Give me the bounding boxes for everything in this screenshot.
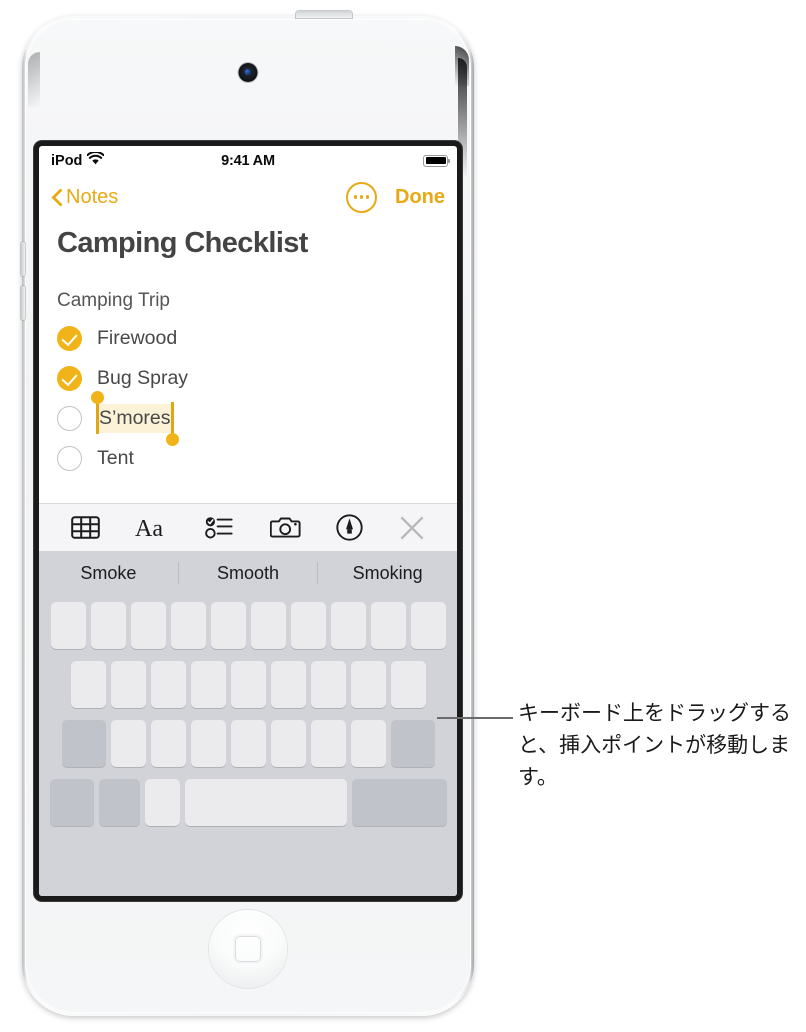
note-body: Camping Checklist Camping Trip Firewood … [39,227,457,472]
keyboard-row-2 [41,661,455,708]
checklist-item[interactable]: Bug Spray [57,364,439,392]
table-icon[interactable] [71,515,100,540]
power-button[interactable] [296,11,352,18]
text-selection[interactable]: S’mores [91,390,179,446]
status-bar-time: 9:41 AM [221,152,275,169]
screen: iPod 9:41 AM Notes Done Camping Checklis… [39,146,457,896]
checklist-item-partial[interactable]: Tent [57,444,439,472]
status-bar: iPod 9:41 AM [39,146,457,175]
checklist-icon[interactable] [205,515,234,540]
camera-icon[interactable] [269,515,301,540]
keyboard-row-1 [41,602,455,649]
status-bar-right [423,154,450,167]
suggestion-2[interactable]: Smooth [179,563,318,584]
svg-text:Aa: Aa [135,516,163,541]
numbers-key[interactable] [49,779,94,826]
checklist-item[interactable]: Firewood [57,324,439,352]
battery-full-icon [423,154,450,167]
close-icon[interactable] [399,515,425,541]
more-ellipsis-circle-icon[interactable] [346,181,377,213]
callout-leader-line [437,717,513,719]
front-camera-icon [238,63,258,82]
volume-up-button[interactable] [21,242,25,276]
key[interactable] [50,602,86,649]
space-key[interactable] [184,779,347,826]
navigation-bar: Notes Done [39,175,457,219]
key[interactable] [330,602,366,649]
key[interactable] [190,720,226,767]
key[interactable] [150,720,186,767]
checklist-item-label: S’mores [97,403,172,433]
shift-key[interactable] [61,720,106,767]
page-title: Camping Checklist [57,227,308,259]
key[interactable] [150,661,186,708]
screen-bezel: iPod 9:41 AM Notes Done Camping Checklis… [34,141,462,901]
suggestion-3[interactable]: Smoking [318,563,457,584]
chevron-left-icon [51,188,62,207]
back-to-notes-button[interactable]: Notes [51,186,118,209]
callout-text: キーボード上をドラッグすると、挿入ポイントが移動します。 [518,701,791,789]
key[interactable] [410,602,446,649]
key[interactable] [250,602,286,649]
dictation-key[interactable] [144,779,180,826]
key[interactable] [310,661,346,708]
markup-pen-icon[interactable] [336,514,364,541]
key[interactable] [170,602,206,649]
keyboard-row-4 [41,779,455,826]
selection-bar-end [170,401,174,434]
key[interactable] [210,602,246,649]
checkbox-checked-icon[interactable] [57,325,82,351]
checkbox-unchecked-icon[interactable] [57,405,82,431]
key[interactable] [110,720,146,767]
key[interactable] [230,720,266,767]
key[interactable] [130,602,166,649]
key[interactable] [190,661,226,708]
suggestion-1[interactable]: Smoke [39,563,178,584]
device-edge-highlight-corner [455,46,469,86]
device-edge-highlight-left [28,52,40,107]
checklist-item-label: Bug Spray [97,366,189,389]
checklist-item-label: Firewood [97,326,178,349]
predictive-text-bar: Smoke Smooth Smoking [39,551,457,595]
key[interactable] [90,602,126,649]
key[interactable] [390,661,426,708]
keyboard-row-3 [41,720,455,767]
key[interactable] [370,602,406,649]
done-button[interactable]: Done [395,186,445,209]
return-key[interactable] [351,779,447,826]
ipod-touch-device: iPod 9:41 AM Notes Done Camping Checklis… [21,11,474,1016]
checklist-item-label: Tent [97,446,134,469]
checklist-item-selected[interactable]: S’mores [57,390,439,446]
back-button-label: Notes [66,185,119,208]
checkbox-unchecked-icon[interactable] [57,445,82,471]
volume-down-button[interactable] [21,286,25,320]
key[interactable] [350,661,386,708]
format-toolbar: Aa [39,503,457,551]
emoji-key[interactable] [98,779,140,826]
key[interactable] [70,661,106,708]
key[interactable] [110,661,146,708]
home-button[interactable] [209,910,287,988]
key[interactable] [350,720,386,767]
text-format-icon[interactable]: Aa [135,515,169,541]
checkbox-checked-icon[interactable] [57,365,82,391]
key[interactable] [230,661,266,708]
selection-bar-start [96,401,99,434]
key[interactable] [270,661,306,708]
key[interactable] [310,720,346,767]
delete-key[interactable] [390,720,435,767]
onscreen-keyboard[interactable] [39,595,457,896]
home-square-icon [233,934,263,964]
navigation-bar-right: Done [346,181,445,213]
key[interactable] [270,720,306,767]
note-section-label: Camping Trip [57,290,170,311]
selection-handle-start[interactable] [91,390,104,404]
key[interactable] [290,602,326,649]
